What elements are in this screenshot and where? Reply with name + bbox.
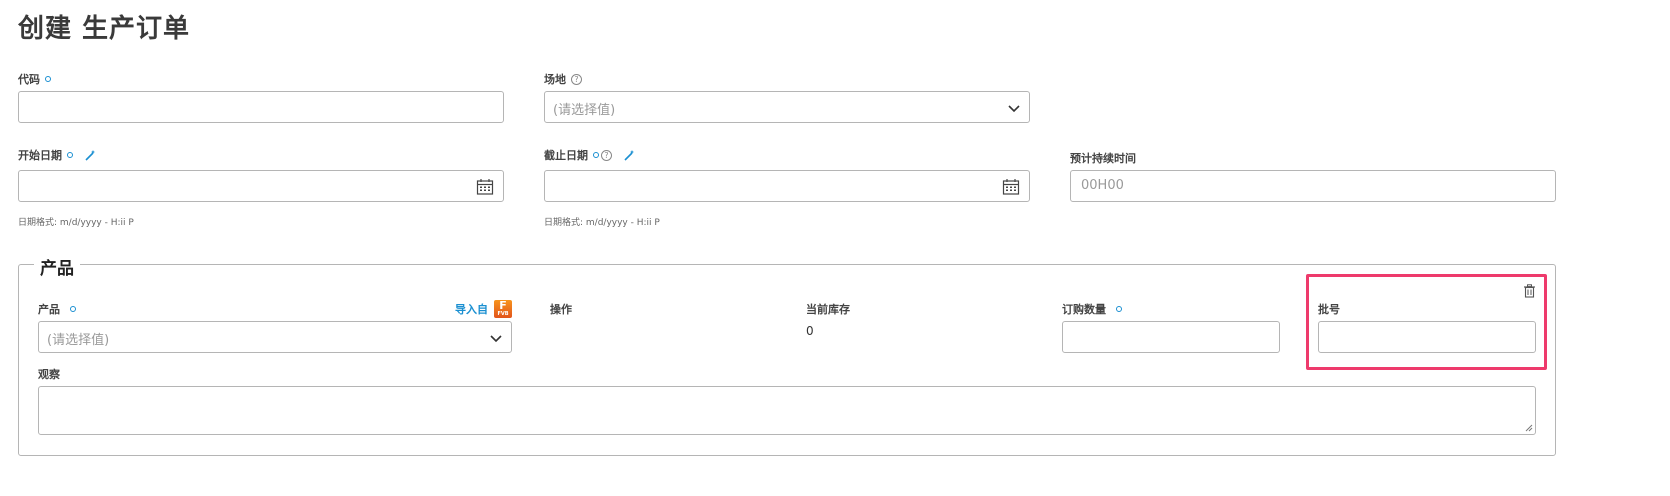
stock-value: 0 [806,324,814,338]
end-date-hint: 日期格式: m/d/yyyy - H:ii P [544,218,660,228]
code-label: 代码 [18,71,51,87]
code-label-text: 代码 [18,73,40,86]
calendar-icon[interactable] [476,178,494,196]
chevron-down-icon [490,335,502,343]
start-date-input[interactable] [18,170,504,202]
start-date-hint: 日期格式: m/d/yyyy - H:ii P [18,218,134,228]
required-icon [45,76,51,82]
required-icon [593,152,599,158]
duration-label: 预计持续时间 [1070,150,1136,166]
code-input[interactable] [18,91,504,123]
calendar-icon[interactable] [1002,178,1020,196]
duration-placeholder: 00H00 [1081,178,1124,193]
required-icon [1116,306,1122,312]
chevron-down-icon [1008,105,1020,113]
product-placeholder: (请选择值) [47,333,110,348]
help-icon[interactable]: ? [571,73,582,85]
site-label-text: 场地 [544,73,566,86]
product-select[interactable]: (请选择值) [38,321,512,353]
end-date-label-text: 截止日期 [544,149,588,162]
start-date-label: 开始日期 [18,147,96,163]
import-from-link[interactable]: 导入自 F FVB [455,300,512,318]
trash-icon[interactable] [1523,284,1536,298]
end-date-label: 截止日期 ? [544,147,635,163]
end-date-input[interactable] [544,170,1030,202]
notes-textarea[interactable] [38,386,1536,435]
import-source-logo-icon: F FVB [494,300,512,318]
qty-input[interactable] [1062,321,1280,353]
notes-label: 观察 [38,368,60,381]
batch-label: 批号 [1318,303,1340,316]
products-legend: 产品 [34,254,80,279]
start-date-label-text: 开始日期 [18,149,62,162]
stock-label: 当前库存 [806,303,850,316]
required-icon [70,306,76,312]
duration-input[interactable]: 00H00 [1070,170,1556,202]
action-label: 操作 [550,303,572,316]
qty-label-text: 订购数量 [1062,303,1106,316]
batch-input[interactable] [1318,321,1536,353]
wand-icon[interactable] [623,149,635,161]
site-placeholder: (请选择值) [553,103,616,118]
import-badge-sub: FVB [497,311,509,317]
duration-label-text: 预计持续时间 [1070,152,1136,165]
site-label: 场地 ? [544,71,582,87]
wand-icon[interactable] [84,149,96,161]
product-label: 产品 [38,301,76,317]
qty-label: 订购数量 [1062,301,1122,317]
required-icon [67,152,73,158]
site-select[interactable]: (请选择值) [544,91,1030,123]
import-label: 导入自 [455,303,488,316]
page-title: 创建 生产订单 [18,14,191,44]
product-label-text: 产品 [38,303,60,316]
help-icon[interactable]: ? [601,149,612,161]
resize-handle-icon[interactable] [1525,424,1533,432]
